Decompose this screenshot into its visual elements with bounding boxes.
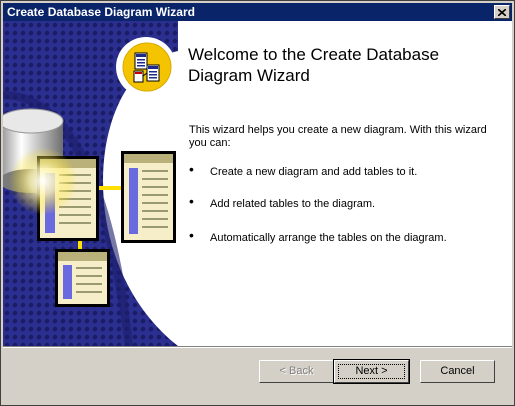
bullet-icon: • <box>189 227 194 243</box>
list-item-text: Automatically arrange the tables on the … <box>210 232 447 244</box>
page-title: Welcome to the Create Database Diagram W… <box>188 45 440 85</box>
list-item-text: Add related tables to the diagram. <box>210 198 376 210</box>
list-item-text: Create a new diagram and add tables to i… <box>210 166 418 178</box>
window-title: Create Database Diagram Wizard <box>7 5 195 19</box>
cancel-button-label: Cancel <box>440 365 475 377</box>
divider <box>3 346 512 348</box>
bullet-icon: • <box>189 161 194 177</box>
wizard-content: Welcome to the Create Database Diagram W… <box>3 21 512 346</box>
database-diagram-icon <box>122 42 172 92</box>
cancel-button[interactable]: Cancel <box>420 360 495 383</box>
back-button-label: < Back <box>279 365 314 377</box>
next-button[interactable]: Next > <box>333 359 410 384</box>
next-button-label: Next > <box>355 365 388 377</box>
bullet-icon: • <box>189 193 194 209</box>
intro-text: This wizard helps you create a new diagr… <box>189 124 487 149</box>
close-button[interactable] <box>494 5 510 19</box>
wizard-window: Create Database Diagram Wizard Welcome t… <box>0 0 515 406</box>
back-button[interactable]: < Back <box>259 360 334 383</box>
close-icon <box>498 8 506 16</box>
title-bar[interactable]: Create Database Diagram Wizard <box>3 3 512 21</box>
